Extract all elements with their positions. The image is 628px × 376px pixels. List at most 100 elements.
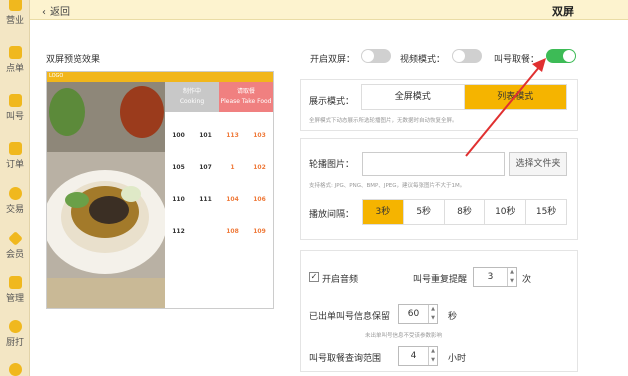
toggle-knob xyxy=(453,50,465,62)
order-icon xyxy=(8,142,22,155)
repeat-value: 3 xyxy=(487,272,494,282)
ready-number: 108 xyxy=(226,228,239,235)
retain-label: 已出单叫号信息保留 xyxy=(309,312,391,322)
back-button[interactable]: ‹ 返回 xyxy=(42,3,70,18)
sidebar-item-label: 管理 xyxy=(5,294,24,304)
page-title: 双屏 xyxy=(552,5,574,18)
display-mode-segment: 全屏模式 列表模式 xyxy=(361,84,567,110)
back-label: 返回 xyxy=(50,7,70,18)
cooking-header-en: Cooking xyxy=(179,98,205,105)
sidebar-item-business[interactable]: 营业 xyxy=(0,0,30,38)
stepper-arrows-icon[interactable]: ▲ ▼ xyxy=(428,347,437,365)
sidebar-item-label: 交易 xyxy=(5,205,24,215)
ready-header-en: Please Take Food xyxy=(220,98,272,105)
ready-number: 103 xyxy=(253,132,266,139)
toggle-knob xyxy=(362,50,374,62)
carousel-hint: 支持格式: JPG、PNG、BMP、JPEG，建议每张图片不大于1M。 xyxy=(309,183,466,189)
stepper-arrows-icon[interactable]: ▲ ▼ xyxy=(507,268,516,286)
retain-hint: 未出单叫号信息不受该参数影响 xyxy=(365,333,443,339)
repeat-stepper[interactable]: 3 ▲ ▼ xyxy=(473,267,517,287)
store-icon xyxy=(8,0,22,11)
display-mode-label: 展示模式： xyxy=(309,97,355,107)
display-mode-fullscreen[interactable]: 全屏模式 xyxy=(362,85,465,109)
top-bar: ‹ 返回 双屏 xyxy=(30,0,628,20)
sidebar-item-label: 厨打 xyxy=(5,338,24,348)
dual-screen-preview: LOGO 制作中 Cooking 请取餐 Please Take Food 10… xyxy=(46,71,274,309)
repeat-unit: 次 xyxy=(522,275,532,285)
sound-card: ✓ 开启音频 叫号重复提醒 3 ▲ ▼ 次 已出单叫号信息保留 60 ▲ ▼ 秒 未… xyxy=(300,250,578,372)
chevron-left-icon: ‹ xyxy=(42,7,46,18)
cooking-number: 101 xyxy=(199,132,212,139)
ready-number: 102 xyxy=(253,164,266,171)
call-pickup-label: 叫号取餐： xyxy=(494,55,540,65)
cooking-number: 112 xyxy=(172,228,185,235)
sidebar-item-label: 点单 xyxy=(5,64,24,74)
video-mode-label: 视频模式： xyxy=(400,55,446,65)
ready-number: 109 xyxy=(253,228,266,235)
cooking-number: 111 xyxy=(199,196,212,203)
sidebar-item-label: 营业 xyxy=(5,16,24,26)
range-stepper[interactable]: 4 ▲ ▼ xyxy=(398,346,438,366)
sidebar-item-label: 订单 xyxy=(5,160,24,170)
hand-icon xyxy=(8,46,22,59)
sidebar: 营业 点单 叫号 订单 交易 会员 管理 厨打 xyxy=(0,0,30,376)
sidebar-item-orders[interactable]: 订单 xyxy=(0,138,30,182)
sidebar-item-order-entry[interactable]: 点单 xyxy=(0,42,30,86)
sidebar-item-more[interactable] xyxy=(0,362,30,376)
toggle-knob xyxy=(563,50,575,62)
ready-number: 104 xyxy=(226,196,239,203)
settings-icon xyxy=(8,363,22,376)
dual-screen-toggle[interactable] xyxy=(361,49,391,63)
range-label: 叫号取餐查询范围 xyxy=(309,354,382,364)
transaction-icon xyxy=(8,187,22,200)
interval-option[interactable]: 10秒 xyxy=(485,200,527,224)
ready-number: 106 xyxy=(253,196,266,203)
cooking-header-cn: 制作中 xyxy=(182,88,201,95)
carousel-path-input[interactable] xyxy=(362,152,505,176)
display-mode-card: 展示模式： 全屏模式 列表模式 全屏模式下动态展示所选轮播图片，无数据时自动恢复… xyxy=(300,79,578,131)
retain-stepper[interactable]: 60 ▲ ▼ xyxy=(398,304,438,324)
call-pickup-toggle[interactable] xyxy=(546,49,576,63)
retain-unit: 秒 xyxy=(448,312,458,322)
sound-label: 开启音频 xyxy=(322,275,359,285)
cooking-number: 107 xyxy=(199,164,212,171)
ready-number: 1 xyxy=(230,164,235,171)
stepper-arrows-icon[interactable]: ▲ ▼ xyxy=(428,305,437,323)
preview-food-image xyxy=(47,82,165,308)
manage-icon xyxy=(8,276,22,289)
interval-option[interactable]: 8秒 xyxy=(444,200,486,224)
cooking-number: 100 xyxy=(172,132,185,139)
sidebar-item-label: 会员 xyxy=(5,250,24,260)
member-icon xyxy=(7,231,23,246)
preview-header-bar: LOGO xyxy=(47,72,273,82)
choose-folder-button[interactable]: 选择文件夹 xyxy=(509,152,567,176)
cooking-number: 105 xyxy=(172,164,185,171)
cooking-number: 110 xyxy=(172,196,185,203)
sidebar-item-management[interactable]: 管理 xyxy=(0,272,30,316)
interval-option[interactable]: 5秒 xyxy=(403,200,445,224)
range-value: 4 xyxy=(410,351,417,361)
video-mode-toggle[interactable] xyxy=(452,49,482,63)
ready-header-cn: 请取餐 xyxy=(236,88,255,95)
sidebar-item-transactions[interactable]: 交易 xyxy=(0,183,30,227)
sidebar-item-kitchen-print[interactable]: 厨打 xyxy=(0,316,30,360)
carousel-card: 轮播图片： 选择文件夹 支持格式: JPG、PNG、BMP、JPEG，建议每张图… xyxy=(300,138,578,240)
sidebar-item-members[interactable]: 会员 xyxy=(0,228,30,272)
dual-screen-label: 开启双屏： xyxy=(310,55,356,65)
preview-number-board: 制作中 Cooking 请取餐 Please Take Food 100 101… xyxy=(165,82,273,308)
interval-segment: 3秒 5秒 8秒 10秒 15秒 xyxy=(362,199,567,225)
food-photo xyxy=(47,82,165,308)
interval-label: 播放间隔： xyxy=(309,210,355,220)
cooking-header: 制作中 Cooking xyxy=(165,82,219,112)
ready-number: 113 xyxy=(226,132,239,139)
preview-title: 双屏预览效果 xyxy=(46,55,101,65)
preview-logo-text: LOGO xyxy=(49,73,64,79)
sound-checkbox[interactable]: ✓ xyxy=(309,272,319,282)
ready-header: 请取餐 Please Take Food xyxy=(219,82,273,112)
interval-option[interactable]: 3秒 xyxy=(363,200,404,224)
display-mode-list[interactable]: 列表模式 xyxy=(464,85,566,109)
interval-option[interactable]: 15秒 xyxy=(526,200,566,224)
sidebar-item-call-number[interactable]: 叫号 xyxy=(0,90,30,134)
call-number-icon xyxy=(8,94,22,107)
carousel-label: 轮播图片： xyxy=(309,160,355,170)
